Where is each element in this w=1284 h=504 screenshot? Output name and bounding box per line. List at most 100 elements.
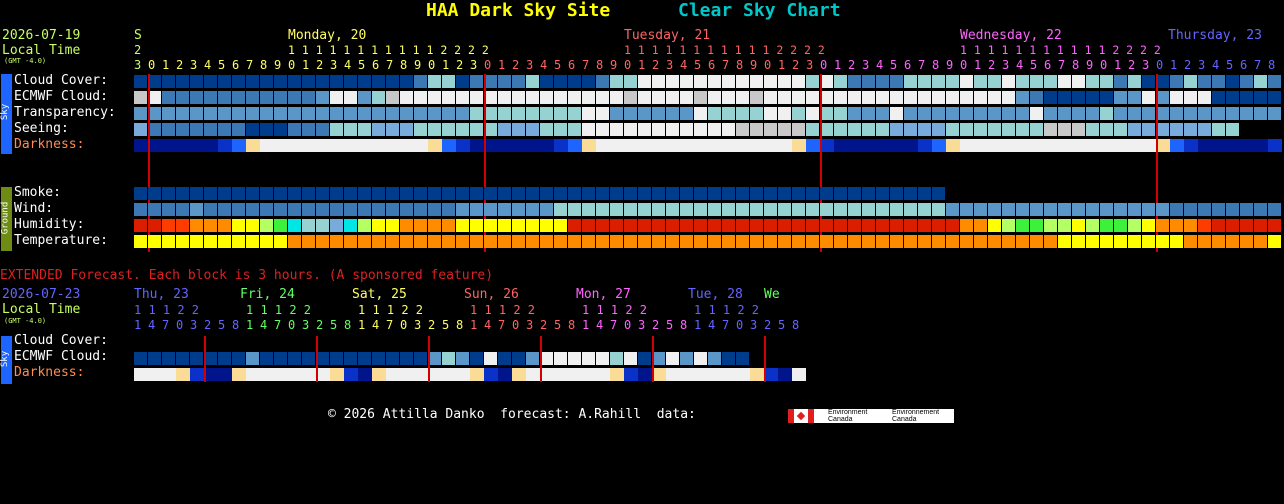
forecast-cell[interactable] — [372, 123, 385, 136]
forecast-cell[interactable] — [1114, 75, 1127, 88]
forecast-cell[interactable] — [484, 187, 497, 200]
forecast-cell[interactable] — [1072, 219, 1085, 232]
forecast-cell[interactable] — [904, 219, 917, 232]
forecast-cell[interactable] — [302, 187, 315, 200]
forecast-cell[interactable] — [330, 123, 343, 136]
forecast-cell[interactable] — [162, 91, 175, 104]
forecast-cell[interactable] — [246, 187, 259, 200]
forecast-cell[interactable] — [358, 123, 371, 136]
forecast-cell[interactable] — [428, 139, 442, 152]
forecast-cell[interactable] — [666, 107, 679, 120]
forecast-cell[interactable] — [260, 75, 273, 88]
forecast-cell[interactable] — [960, 235, 973, 248]
forecast-cell[interactable] — [960, 139, 974, 152]
forecast-cell[interactable] — [624, 107, 637, 120]
forecast-cell[interactable] — [610, 352, 623, 365]
forecast-cell[interactable] — [764, 123, 777, 136]
forecast-cell[interactable] — [834, 91, 847, 104]
forecast-cell[interactable] — [610, 203, 623, 216]
forecast-cell[interactable] — [764, 219, 777, 232]
forecast-cell[interactable] — [820, 235, 833, 248]
forecast-cell[interactable] — [680, 203, 693, 216]
forecast-cell[interactable] — [1198, 203, 1211, 216]
forecast-cell[interactable] — [400, 219, 413, 232]
forecast-cell[interactable] — [1044, 235, 1057, 248]
forecast-cell[interactable] — [750, 235, 763, 248]
forecast-cell[interactable] — [988, 75, 1001, 88]
forecast-cell[interactable] — [498, 352, 511, 365]
forecast-cell[interactable] — [274, 219, 287, 232]
forecast-cell[interactable] — [456, 203, 469, 216]
forecast-cell[interactable] — [638, 352, 651, 365]
forecast-cell[interactable] — [134, 123, 147, 136]
forecast-cell[interactable] — [316, 203, 329, 216]
forecast-cell[interactable] — [246, 203, 259, 216]
environment-canada-logo[interactable]: Environment Canada Environnement Canada — [788, 409, 954, 423]
forecast-cell[interactable] — [876, 91, 889, 104]
forecast-cell[interactable] — [442, 368, 456, 381]
forecast-cell[interactable] — [554, 352, 567, 365]
forecast-cell[interactable] — [946, 75, 959, 88]
forecast-cell[interactable] — [358, 139, 372, 152]
forecast-cell[interactable] — [316, 187, 329, 200]
forecast-cell[interactable] — [1030, 75, 1043, 88]
forecast-cell[interactable] — [582, 187, 595, 200]
forecast-cell[interactable] — [820, 187, 833, 200]
forecast-cell[interactable] — [1100, 123, 1113, 136]
forecast-cell[interactable] — [1128, 91, 1141, 104]
forecast-cell[interactable] — [190, 75, 203, 88]
forecast-cell[interactable] — [470, 123, 483, 136]
forecast-cell[interactable] — [260, 187, 273, 200]
forecast-cell[interactable] — [736, 368, 750, 381]
forecast-cell[interactable] — [974, 75, 987, 88]
forecast-cell[interactable] — [176, 235, 189, 248]
forecast-cell[interactable] — [1268, 139, 1282, 152]
forecast-cell[interactable] — [554, 75, 567, 88]
forecast-cell[interactable] — [624, 91, 637, 104]
forecast-cell[interactable] — [386, 139, 400, 152]
forecast-cell[interactable] — [148, 203, 161, 216]
forecast-cell[interactable] — [1016, 91, 1029, 104]
forecast-cell[interactable] — [232, 187, 245, 200]
forecast-cell[interactable] — [806, 139, 820, 152]
forecast-cell[interactable] — [162, 203, 175, 216]
forecast-cell[interactable] — [330, 91, 343, 104]
forecast-cell[interactable] — [638, 203, 651, 216]
forecast-cell[interactable] — [330, 107, 343, 120]
forecast-cell[interactable] — [666, 219, 679, 232]
forecast-cell[interactable] — [1240, 235, 1253, 248]
forecast-cell[interactable] — [1170, 203, 1183, 216]
forecast-cell[interactable] — [246, 352, 259, 365]
forecast-cell[interactable] — [1170, 91, 1183, 104]
forecast-cell[interactable] — [666, 123, 679, 136]
forecast-cell[interactable] — [400, 187, 413, 200]
forecast-cell[interactable] — [988, 139, 1002, 152]
forecast-cell[interactable] — [344, 235, 357, 248]
forecast-cell[interactable] — [148, 139, 162, 152]
forecast-cell[interactable] — [1058, 203, 1071, 216]
forecast-cell[interactable] — [862, 91, 875, 104]
forecast-cell[interactable] — [1212, 203, 1225, 216]
forecast-cell[interactable] — [918, 123, 931, 136]
forecast-cell[interactable] — [596, 187, 609, 200]
forecast-cell[interactable] — [694, 123, 707, 136]
forecast-cell[interactable] — [400, 139, 414, 152]
forecast-cell[interactable] — [1142, 219, 1155, 232]
forecast-cell[interactable] — [918, 107, 931, 120]
forecast-cell[interactable] — [1086, 235, 1099, 248]
forecast-cell[interactable] — [680, 75, 693, 88]
forecast-cell[interactable] — [834, 123, 847, 136]
forecast-cell[interactable] — [666, 203, 679, 216]
forecast-cell[interactable] — [638, 139, 652, 152]
forecast-cell[interactable] — [778, 91, 791, 104]
forecast-cell[interactable] — [904, 75, 917, 88]
forecast-cell[interactable] — [414, 219, 427, 232]
forecast-cell[interactable] — [1254, 203, 1267, 216]
forecast-cell[interactable] — [204, 219, 217, 232]
forecast-cell[interactable] — [988, 219, 1001, 232]
forecast-cell[interactable] — [1142, 123, 1155, 136]
forecast-cell[interactable] — [456, 107, 469, 120]
forecast-cell[interactable] — [736, 187, 749, 200]
forecast-cell[interactable] — [358, 75, 371, 88]
forecast-cell[interactable] — [652, 107, 665, 120]
